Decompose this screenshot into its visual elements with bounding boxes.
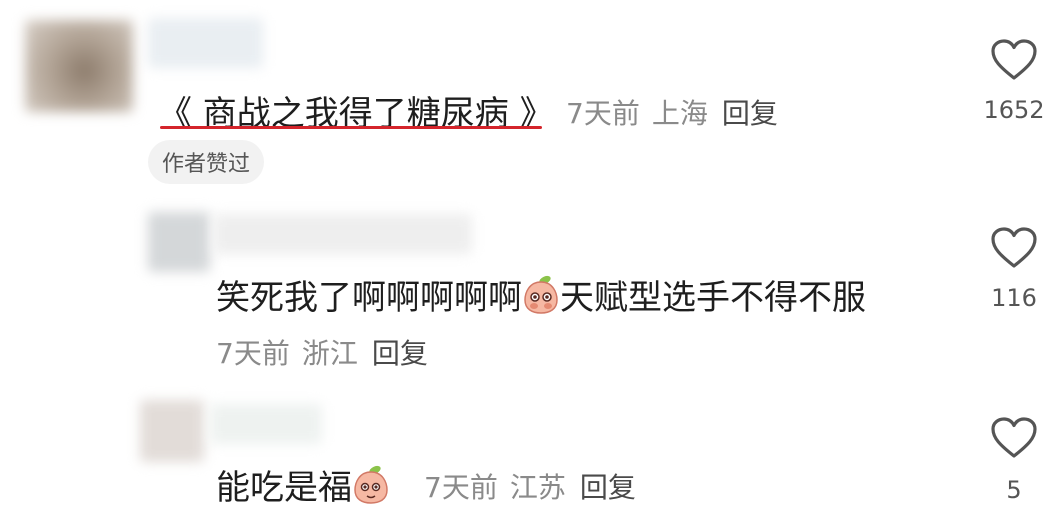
red-underline bbox=[160, 126, 542, 129]
avatar[interactable] bbox=[148, 212, 210, 272]
reply-button[interactable]: 回复 bbox=[580, 471, 636, 504]
heart-outline-icon[interactable] bbox=[990, 38, 1038, 82]
like-count: 116 bbox=[991, 284, 1037, 312]
like-button[interactable] bbox=[990, 38, 1038, 86]
heart-outline-icon[interactable] bbox=[990, 416, 1038, 460]
reply-button[interactable]: 回复 bbox=[372, 337, 428, 370]
comment-text-part: 能吃是福 bbox=[216, 468, 352, 508]
comment-location: 上海 bbox=[651, 97, 708, 130]
comment-location: 浙江 bbox=[301, 337, 358, 370]
username[interactable] bbox=[210, 404, 322, 444]
comment-text: 笑死我了啊啊啊啊啊 天赋型选手不得不服 bbox=[216, 270, 866, 319]
like-count: 5 bbox=[1006, 476, 1022, 504]
comment-text: 能吃是福 bbox=[216, 460, 390, 509]
comment-meta: 7天前 浙江 回复 bbox=[216, 332, 428, 372]
like-button[interactable] bbox=[990, 416, 1038, 464]
author-liked-badge: 作者赞过 bbox=[148, 140, 265, 184]
comment-meta: 7天前 上海 回复 bbox=[566, 92, 778, 132]
username[interactable] bbox=[214, 214, 472, 254]
comment-text-part: 笑死我了啊啊啊啊啊 bbox=[216, 278, 522, 318]
comment-time: 7天前 bbox=[566, 97, 640, 130]
comment-time: 7天前 bbox=[216, 337, 290, 370]
peach-face-emoji-icon bbox=[524, 275, 558, 314]
reply-button[interactable]: 回复 bbox=[722, 97, 778, 130]
like-button[interactable] bbox=[990, 226, 1038, 274]
like-count: 1652 bbox=[983, 96, 1043, 124]
peach-face-emoji-icon bbox=[354, 465, 388, 504]
comment-time: 7天前 bbox=[424, 471, 498, 504]
username[interactable] bbox=[148, 18, 263, 68]
avatar[interactable] bbox=[140, 400, 204, 462]
comment-location: 江苏 bbox=[509, 471, 566, 504]
comment-meta: 7天前 江苏 回复 bbox=[424, 466, 636, 506]
heart-outline-icon[interactable] bbox=[990, 226, 1038, 270]
avatar[interactable] bbox=[25, 20, 133, 112]
comment-text-part: 天赋型选手不得不服 bbox=[560, 278, 866, 318]
